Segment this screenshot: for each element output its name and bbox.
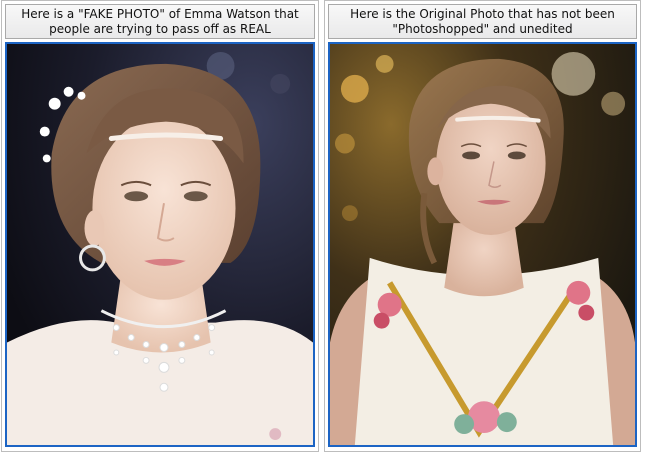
fake-photo-panel: Here is a "FAKE PHOTO" of Emma Watson th…: [1, 0, 319, 452]
original-photo-frame: [328, 42, 637, 447]
original-photo-panel: Here is the Original Photo that has not …: [324, 0, 641, 452]
original-photo-caption-line1: Here is the Original Photo that has not …: [350, 7, 615, 21]
original-photo-caption-line2: "Photoshopped" and unedited: [392, 22, 573, 36]
original-photo-image: [330, 44, 635, 445]
fake-photo-caption-line1: Here is a "FAKE PHOTO" of Emma Watson th…: [21, 7, 299, 21]
fake-photo-frame: [5, 42, 315, 447]
fake-photo-caption: Here is a "FAKE PHOTO" of Emma Watson th…: [5, 4, 315, 39]
original-photo-caption: Here is the Original Photo that has not …: [328, 4, 637, 39]
fake-photo-caption-line2: people are trying to pass off as REAL: [49, 22, 271, 36]
fake-photo-image: [7, 44, 313, 445]
